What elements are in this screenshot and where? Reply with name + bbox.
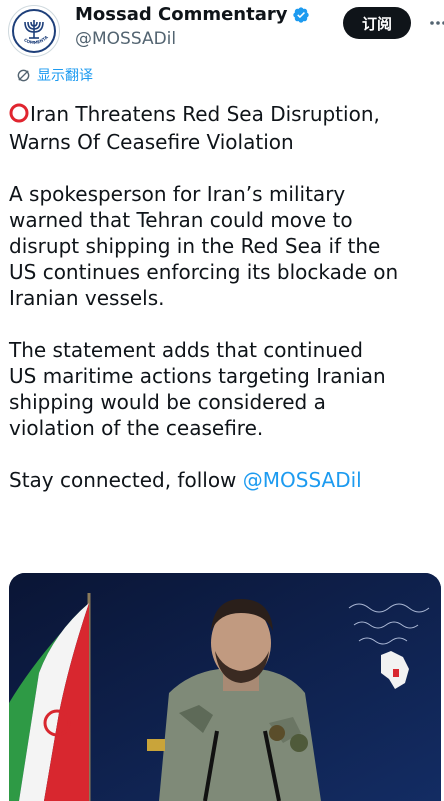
red-circle-icon [9, 103, 29, 129]
handle[interactable]: @MOSSADil [75, 28, 176, 50]
body-line: A spokesperson for Iran’s military [9, 182, 346, 206]
verified-badge-icon [292, 6, 310, 24]
subscribe-button[interactable]: 订阅 [343, 7, 411, 39]
translate-label: 显示翻译 [37, 68, 93, 84]
headline-line-2: Warns Of Ceasefire Violation [9, 130, 294, 154]
body-line: The statement adds that continued [9, 338, 363, 362]
display-name[interactable]: Mossad Commentary [75, 4, 287, 26]
mention-link[interactable]: @MOSSADil [243, 468, 362, 492]
translate-link[interactable]: 显示翻译 [16, 64, 93, 86]
body-line: US maritime actions targeting Iranian [9, 364, 386, 388]
headline-line-1: Iran Threatens Red Sea Disruption, [9, 101, 439, 129]
tweet-text: Iran Threatens Red Sea Disruption, Warns… [9, 101, 439, 493]
body-line: US continues enforcing its blockade on [9, 260, 399, 284]
headline-text-1: Iran Threatens Red Sea Disruption, [30, 102, 380, 126]
tweet-media[interactable] [9, 573, 441, 801]
menorah-emblem-icon: COMMENTARY [11, 8, 56, 53]
body-line: Iranian vessels. [9, 286, 165, 310]
body-line: shipping would be considered a [9, 390, 326, 414]
body-line: warned that Tehran could move to [9, 208, 353, 232]
name-row: Mossad Commentary [75, 4, 310, 26]
video-frame-icon [9, 573, 441, 801]
tweet-header: COMMENTARY Mossad Commentary @MOSSADil 订… [0, 0, 444, 64]
body-line: disrupt shipping in the Red Sea if the [9, 234, 381, 258]
body-line: violation of the ceasefire. [9, 416, 264, 440]
avatar[interactable]: COMMENTARY [8, 5, 60, 57]
cta-text: Stay connected, follow [9, 468, 243, 492]
translate-icon [16, 68, 31, 83]
cta-line: Stay connected, follow @MOSSADil [9, 467, 439, 493]
more-options-icon[interactable] [428, 14, 444, 32]
